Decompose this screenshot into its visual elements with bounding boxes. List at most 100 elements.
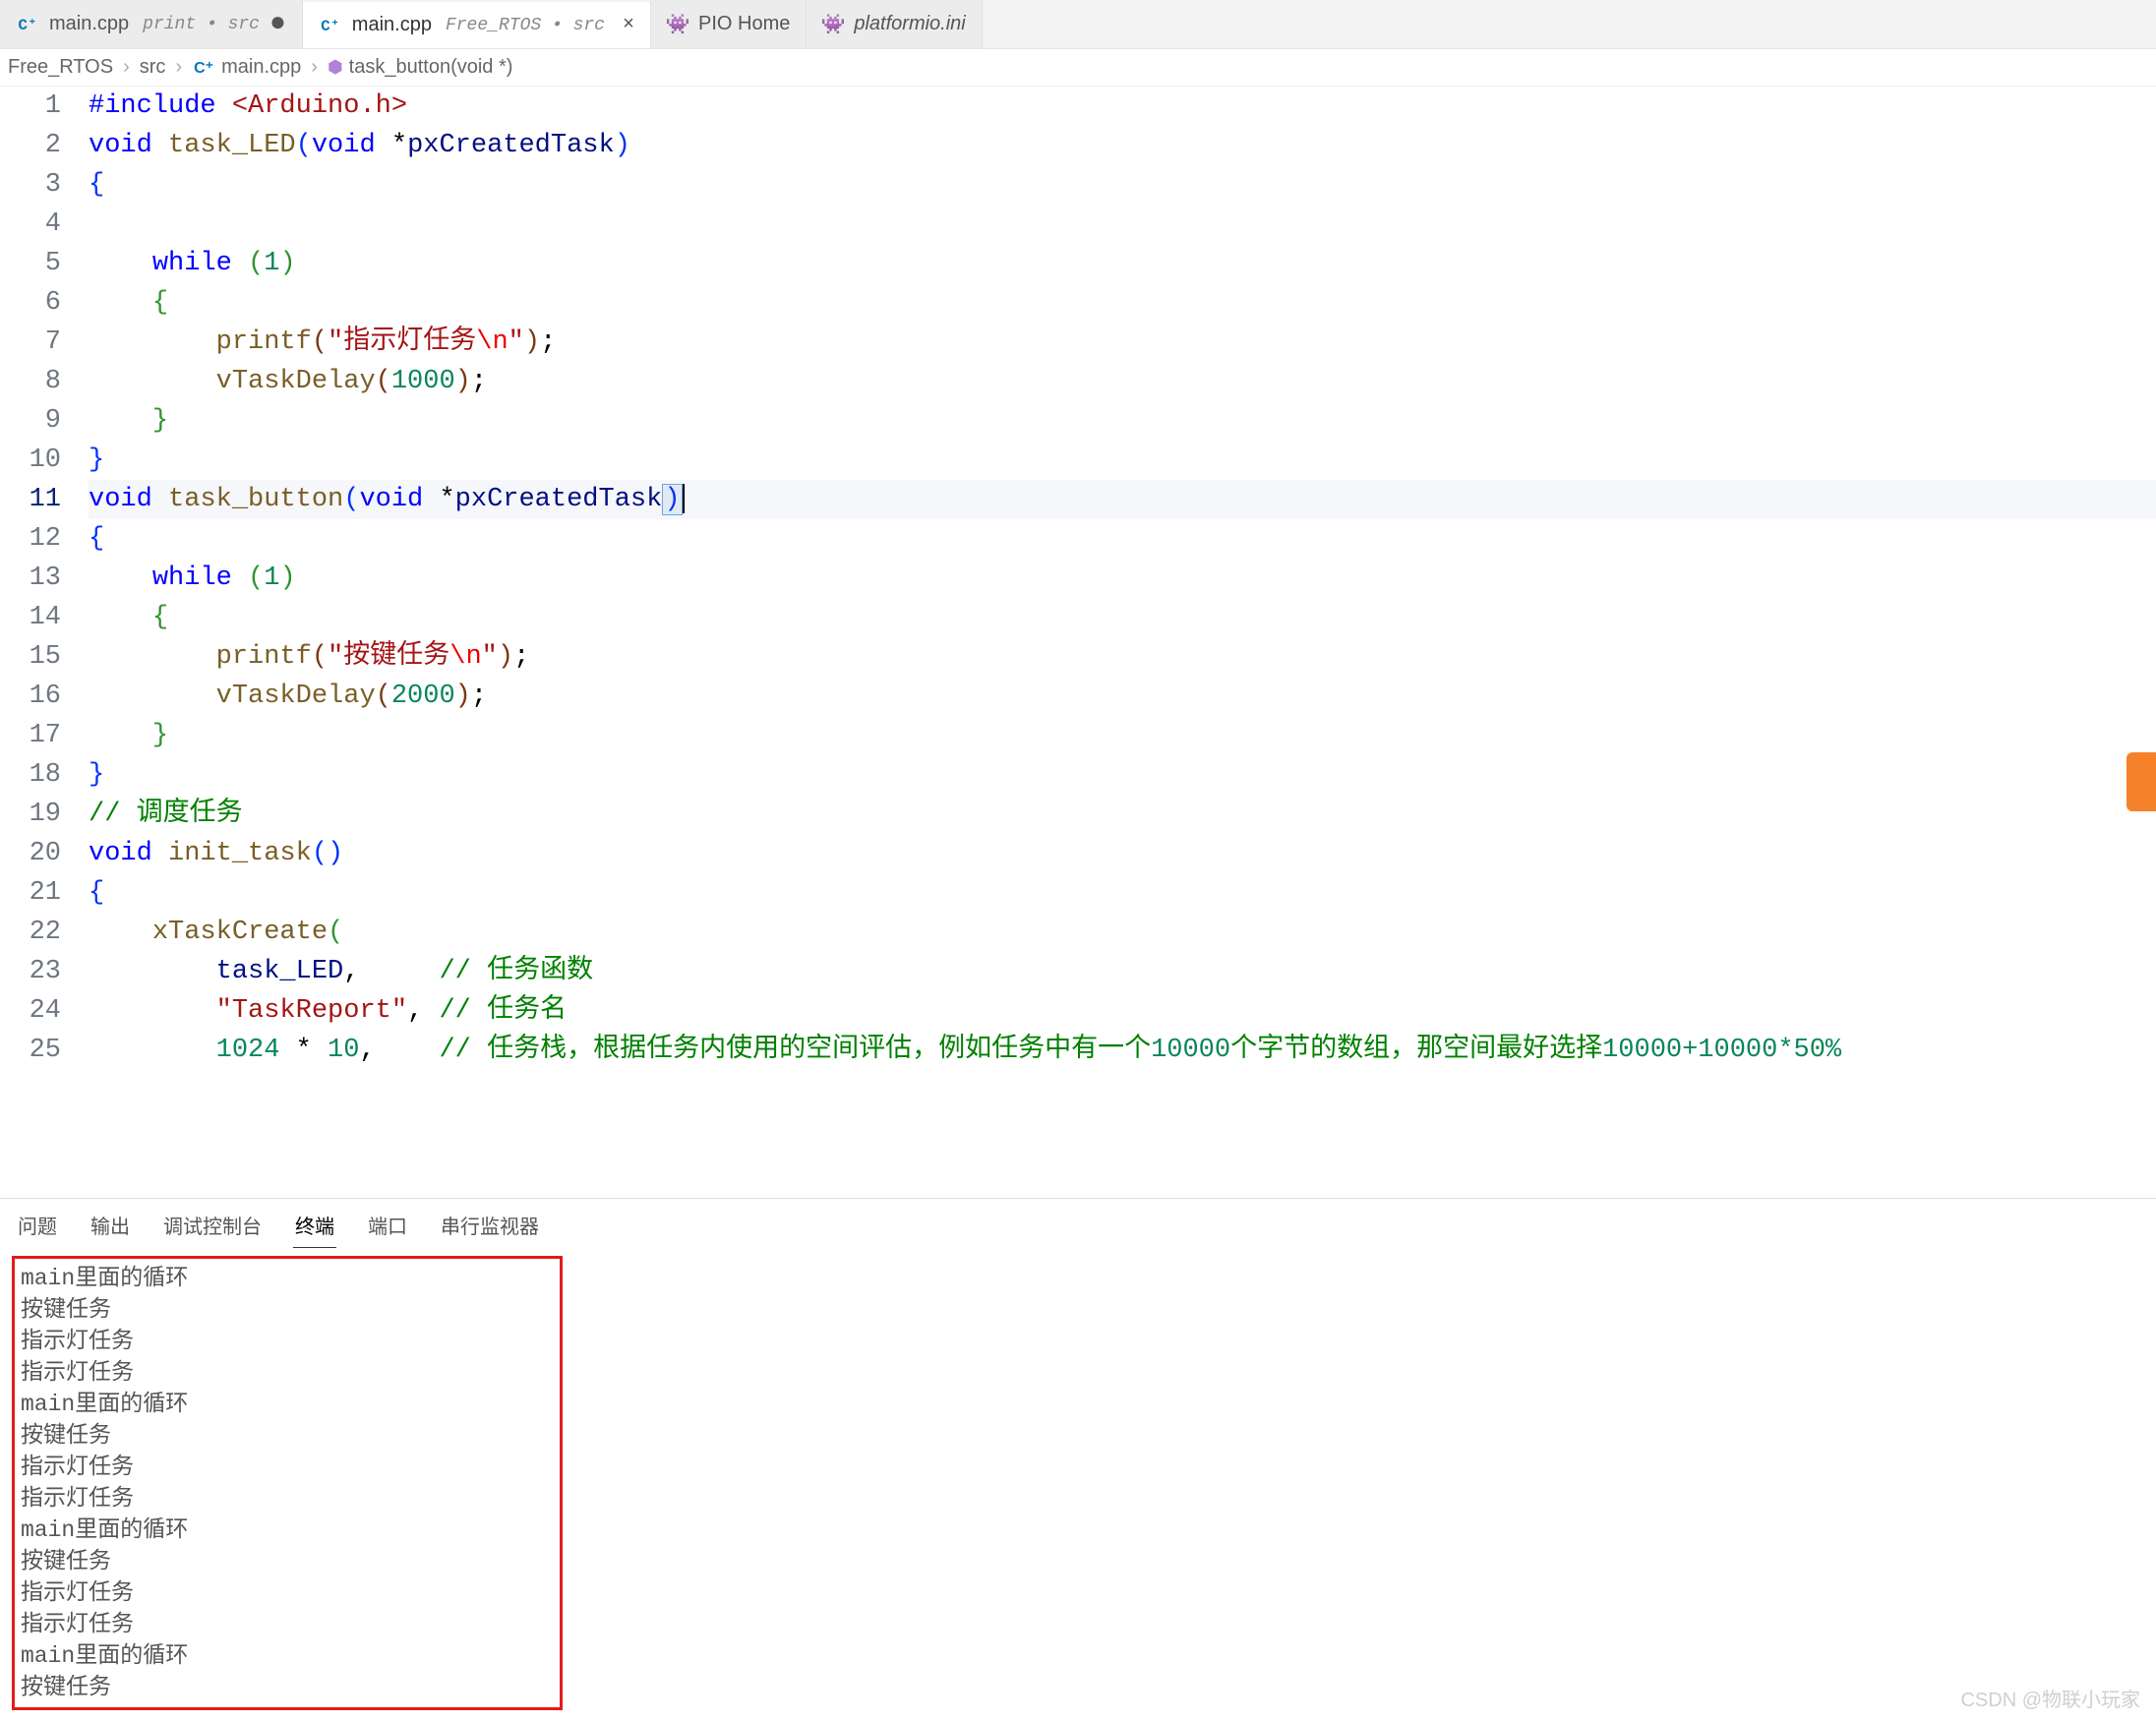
line-number: 23 [0,952,61,991]
terminal-line: 指示灯任务 [21,1326,554,1357]
line-number: 24 [0,991,61,1031]
code-line[interactable]: { [89,283,2156,323]
code-line[interactable]: 1024 * 10, // 任务栈，根据任务内使用的空间评估，例如任务中有一个1… [89,1031,2156,1070]
line-number: 7 [0,323,61,362]
code-line[interactable]: void init_task() [89,834,2156,873]
bottom-panel: 问题输出调试控制台终端端口串行监视器 main里面的循环按键任务指示灯任务指示灯… [0,1198,2156,1722]
code-line[interactable]: printf("按键任务\n"); [89,637,2156,677]
breadcrumb-part[interactable]: Free_RTOS [8,56,113,79]
code-line[interactable]: while (1) [89,244,2156,283]
panel-tab-串行监视器[interactable]: 串行监视器 [439,1207,541,1248]
terminal-line: main里面的循环 [21,1389,554,1420]
terminal-line: main里面的循环 [21,1263,554,1294]
panel-tab-调试控制台[interactable]: 调试控制台 [161,1207,264,1248]
panel-tab-问题[interactable]: 问题 [16,1207,59,1248]
panel-tab-端口[interactable]: 端口 [366,1207,409,1248]
code-line[interactable]: #include <Arduino.h> [89,87,2156,126]
code-line[interactable]: task_LED, // 任务函数 [89,952,2156,991]
line-number: 14 [0,598,61,637]
cpp-icon: C⁺ [16,13,39,36]
tab-title: platformio.ini [854,13,965,35]
editor-tab-1[interactable]: C⁺ main.cpp Free_RTOS • src × [303,0,651,48]
terminal-line: 指示灯任务 [21,1609,554,1640]
terminal-line: main里面的循环 [21,1640,554,1672]
terminal-line: 按键任务 [21,1420,554,1452]
code-line[interactable]: } [89,755,2156,795]
platformio-side-badge[interactable] [2126,752,2156,811]
line-number: 6 [0,283,61,323]
code-line[interactable]: void task_button(void *pxCreatedTask) [89,480,2156,519]
code-editor[interactable]: 1234567891011121314151617181920212223242… [0,87,2156,1198]
tab-subtitle: print • src [143,15,260,34]
tab-title: PIO Home [698,13,790,35]
code-line[interactable]: { [89,598,2156,637]
code-line[interactable]: xTaskCreate( [89,913,2156,952]
pio-icon: 👾 [822,14,844,35]
code-line[interactable]: } [89,441,2156,480]
code-area[interactable]: #include <Arduino.h>void task_LED(void *… [89,87,2156,1198]
panel-tabs: 问题输出调试控制台终端端口串行监视器 [0,1199,2156,1248]
tab-bar: C⁺main.cppprint • src●C⁺main.cppFree_RTO… [0,0,2156,49]
line-number: 3 [0,165,61,205]
line-number: 25 [0,1031,61,1070]
code-line[interactable]: } [89,716,2156,755]
terminal-line: 指示灯任务 [21,1452,554,1483]
code-line[interactable] [89,205,2156,244]
code-line[interactable]: { [89,519,2156,559]
line-number: 11 [0,480,61,519]
line-number: 19 [0,795,61,834]
cpp-icon: C⁺ [319,14,342,37]
line-number: 17 [0,716,61,755]
terminal-line: 指示灯任务 [21,1577,554,1609]
line-number: 12 [0,519,61,559]
code-line[interactable]: void task_LED(void *pxCreatedTask) [89,126,2156,165]
tab-subtitle: Free_RTOS • src [446,16,605,35]
line-number: 2 [0,126,61,165]
terminal-line: 指示灯任务 [21,1483,554,1514]
code-line[interactable]: vTaskDelay(2000); [89,677,2156,716]
line-number: 5 [0,244,61,283]
breadcrumb-part[interactable]: src [140,56,166,79]
editor-tab-2[interactable]: 👾 PIO Home [651,0,807,48]
code-line[interactable]: } [89,401,2156,441]
watermark: CSDN @物联小玩家 [1960,1684,2140,1712]
breadcrumb-part[interactable]: main.cpp [221,56,301,79]
terminal-line: 按键任务 [21,1672,554,1703]
line-number: 1 [0,87,61,126]
line-number: 4 [0,205,61,244]
code-line[interactable]: vTaskDelay(1000); [89,362,2156,401]
editor-tab-3[interactable]: 👾 platformio.ini [807,0,982,48]
chevron-right-icon: › [119,56,134,79]
terminal-line: 按键任务 [21,1546,554,1577]
chevron-right-icon: › [171,56,186,79]
code-line[interactable]: while (1) [89,559,2156,598]
line-number: 16 [0,677,61,716]
terminal-line: 指示灯任务 [21,1357,554,1389]
code-line[interactable]: { [89,165,2156,205]
code-line[interactable]: { [89,873,2156,913]
line-number: 22 [0,913,61,952]
breadcrumb-part[interactable]: task_button(void *) [349,56,513,79]
line-number: 21 [0,873,61,913]
pio-icon: 👾 [667,14,689,35]
tab-title: main.cpp [49,13,129,35]
editor-tab-0[interactable]: C⁺main.cppprint • src● [0,0,303,48]
code-line[interactable]: // 调度任务 [89,795,2156,834]
text-cursor [683,484,685,513]
line-gutter: 1234567891011121314151617181920212223242… [0,87,89,1198]
panel-tab-终端[interactable]: 终端 [293,1207,336,1248]
tab-title: main.cpp [352,14,432,36]
terminal-line: main里面的循环 [21,1514,554,1546]
line-number: 13 [0,559,61,598]
code-line[interactable]: printf("指示灯任务\n"); [89,323,2156,362]
breadcrumb: Free_RTOS›src›C⁺main.cpp›⬢task_button(vo… [0,49,2156,87]
line-number: 20 [0,834,61,873]
panel-tab-输出[interactable]: 输出 [89,1207,132,1248]
terminal-line: 按键任务 [21,1294,554,1326]
code-line[interactable]: "TaskReport", // 任务名 [89,991,2156,1031]
line-number: 9 [0,401,61,441]
close-icon[interactable]: × [623,14,634,36]
terminal-output[interactable]: main里面的循环按键任务指示灯任务指示灯任务main里面的循环按键任务指示灯任… [12,1256,563,1710]
symbol-icon: ⬢ [328,57,343,78]
line-number: 8 [0,362,61,401]
